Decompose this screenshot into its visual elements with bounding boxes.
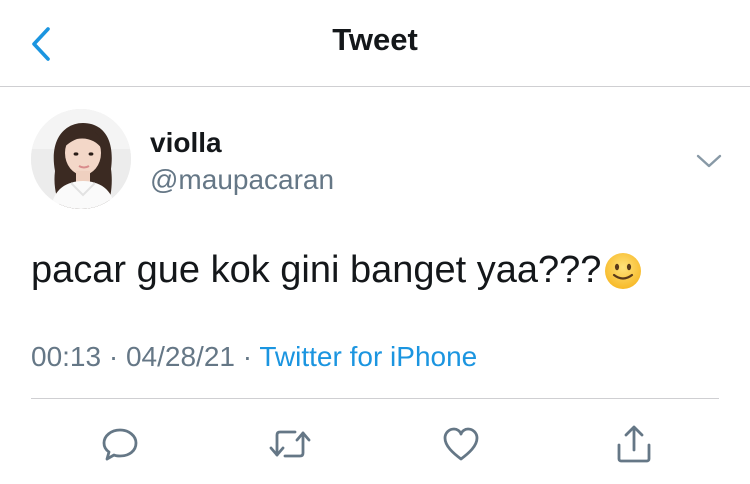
like-icon [443, 427, 479, 461]
tweet-meta: 00:13 · 04/28/21 · Twitter for iPhone [31, 341, 477, 373]
divider [31, 398, 719, 399]
page-title: Tweet [332, 22, 418, 57]
chevron-down-icon [696, 154, 722, 168]
share-icon [617, 425, 651, 463]
meta-separator: · [242, 341, 253, 372]
retweet-button[interactable] [266, 420, 314, 468]
slightly-smiling-face-icon [605, 252, 642, 289]
retweet-icon [269, 430, 311, 458]
meta-separator: · [108, 341, 119, 372]
tweet-time: 00:13 [31, 341, 102, 372]
reply-icon [102, 428, 138, 461]
avatar[interactable] [31, 109, 131, 209]
tweet-menu-button[interactable] [692, 148, 726, 174]
display-name[interactable]: violla [150, 127, 222, 159]
avatar-photo [31, 109, 131, 209]
tweet-source-link[interactable]: Twitter for iPhone [259, 341, 477, 372]
share-button[interactable] [610, 420, 658, 468]
reply-button[interactable] [96, 420, 144, 468]
like-button[interactable] [437, 420, 485, 468]
top-bar: Tweet [0, 0, 750, 87]
tweet-date: 04/28/21 [125, 341, 235, 372]
tweet-text: pacar gue kok gini banget yaa??? [31, 249, 643, 292]
user-handle[interactable]: @maupacaran [150, 164, 334, 196]
tweet-text-content: pacar gue kok gini banget yaa??? [31, 249, 602, 291]
